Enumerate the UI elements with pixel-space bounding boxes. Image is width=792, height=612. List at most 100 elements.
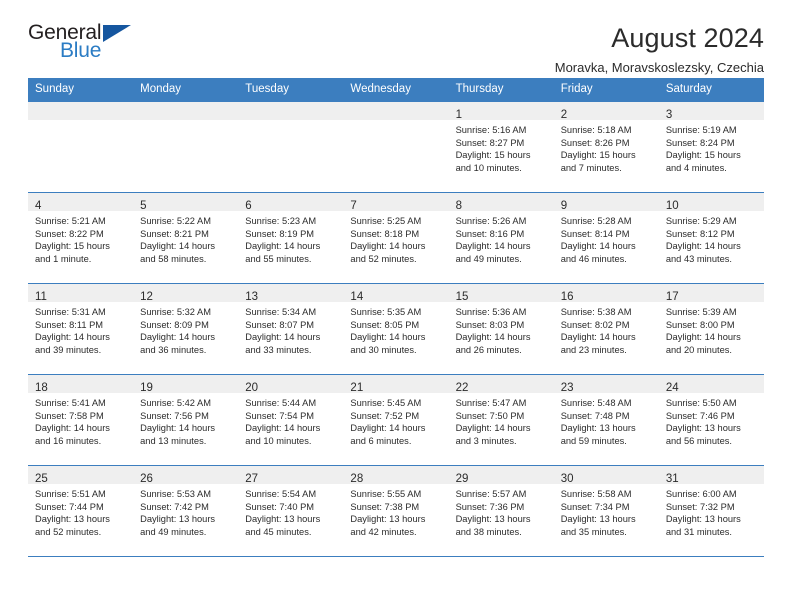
day-number: 14 [350, 291, 364, 303]
sunrise-time: Sunrise: 5:53 AM [140, 489, 211, 499]
day-detail-body: Sunrise: 5:41 AM Sunset: 7:58 PM Daylight:… [28, 393, 133, 465]
calendar-day-cell[interactable]: 16 Sunrise: 5:38 AM Sunset: 8:02 PM Dayligh… [553, 284, 659, 374]
day-number-strip: 10 [658, 193, 764, 212]
day-number-strip: 20 [238, 375, 344, 394]
day-number-strip: 7 [343, 193, 449, 212]
daylight-duration-line-2: and 13 minutes. [140, 436, 207, 447]
daylight-duration-line-1: Daylight: 15 hours [560, 150, 636, 161]
calendar-day-cell[interactable]: 21 Sunrise: 5:45 AM Sunset: 7:52 PM Dayligh… [343, 375, 449, 465]
day-number-strip: 19 [133, 375, 239, 394]
calendar-day-cell[interactable]: 28 Sunrise: 5:55 AM Sunset: 7:38 PM Dayligh… [343, 466, 449, 556]
calendar-day-cell[interactable]: 23 Sunrise: 5:48 AM Sunset: 7:48 PM Dayligh… [553, 375, 659, 465]
daylight-duration-line-2: and 38 minutes. [455, 527, 522, 538]
daylight-duration-line-1: Daylight: 15 hours [455, 150, 531, 161]
calendar-day-cell[interactable]: 9 Sunrise: 5:28 AM Sunset: 8:14 PM Daylight… [553, 193, 659, 283]
calendar-day-cell[interactable]: 12 Sunrise: 5:32 AM Sunset: 8:09 PM Dayligh… [133, 284, 239, 374]
day-detail-body: Sunrise: 5:38 AM Sunset: 8:02 PM Daylight:… [554, 302, 659, 374]
daylight-duration-line-2: and 16 minutes. [35, 436, 102, 447]
day-number: 1 [455, 109, 462, 121]
day-number-strip: 22 [448, 375, 554, 394]
calendar-day-cell[interactable]: 26 Sunrise: 5:53 AM Sunset: 7:42 PM Dayligh… [133, 466, 239, 556]
calendar-day-cell[interactable]: 4 Sunrise: 5:21 AM Sunset: 8:22 PM Daylight… [28, 193, 134, 283]
sunset-time: Sunset: 7:36 PM [455, 501, 525, 512]
day-detail-body [343, 120, 448, 192]
day-number-strip [343, 102, 449, 120]
calendar-day-cell[interactable]: 29 Sunrise: 5:57 AM Sunset: 7:36 PM Dayligh… [448, 466, 554, 556]
day-detail-body: Sunrise: 5:32 AM Sunset: 8:09 PM Daylight:… [133, 302, 238, 374]
calendar-day-cell[interactable]: 13 Sunrise: 5:34 AM Sunset: 8:07 PM Dayligh… [238, 284, 344, 374]
weekday-header-friday: Friday [560, 83, 593, 95]
calendar-day-cell[interactable]: 19 Sunrise: 5:42 AM Sunset: 7:56 PM Dayligh… [133, 375, 239, 465]
calendar-day-cell[interactable]: 10 Sunrise: 5:29 AM Sunset: 8:12 PM Dayligh… [658, 193, 764, 283]
day-number-strip: 9 [553, 193, 659, 212]
sunrise-time: Sunrise: 5:36 AM [455, 307, 527, 317]
day-detail-body: Sunrise: 5:42 AM Sunset: 7:56 PM Daylight:… [133, 393, 238, 465]
sunrise-time: Sunrise: 5:19 AM [665, 125, 737, 135]
daylight-duration-line-1: Daylight: 13 hours [665, 514, 741, 525]
day-detail-body: Sunrise: 5:34 AM Sunset: 8:07 PM Daylight:… [238, 302, 343, 374]
calendar-day-cell[interactable]: 27 Sunrise: 5:54 AM Sunset: 7:40 PM Dayligh… [238, 466, 344, 556]
daylight-duration-line-2: and 55 minutes. [245, 254, 312, 265]
calendar-day-cell[interactable]: 11 Sunrise: 5:31 AM Sunset: 8:11 PM Dayligh… [28, 284, 134, 374]
calendar-day-cell[interactable]: 22 Sunrise: 5:47 AM Sunset: 7:50 PM Dayligh… [448, 375, 554, 465]
calendar-day-cell[interactable]: 30 Sunrise: 5:58 AM Sunset: 7:34 PM Dayligh… [553, 466, 659, 556]
day-number-strip [133, 102, 239, 120]
sunset-time: Sunset: 8:00 PM [665, 319, 735, 330]
day-detail-body: Sunrise: 5:28 AM Sunset: 8:14 PM Daylight:… [554, 211, 659, 283]
sunset-time: Sunset: 7:50 PM [455, 410, 525, 421]
day-detail-body: Sunrise: 5:47 AM Sunset: 7:50 PM Daylight:… [449, 393, 554, 465]
calendar-day-cell[interactable]: 2 Sunrise: 5:18 AM Sunset: 8:26 PM Daylight… [553, 102, 659, 192]
daylight-duration-line-2: and 4 minutes. [665, 163, 727, 174]
sunrise-time: Sunrise: 5:42 AM [140, 398, 211, 408]
daylight-duration-line-1: Daylight: 15 hours [35, 241, 110, 252]
sunrise-time: Sunrise: 5:25 AM [350, 216, 422, 226]
sunset-time: Sunset: 7:34 PM [560, 501, 630, 512]
day-number-strip: 31 [658, 466, 764, 485]
calendar-day-cell[interactable]: 17 Sunrise: 5:39 AM Sunset: 8:00 PM Dayligh… [658, 284, 764, 374]
day-detail-body [28, 120, 133, 192]
calendar-day-cell[interactable]: 18 Sunrise: 5:41 AM Sunset: 7:58 PM Dayligh… [28, 375, 134, 465]
daylight-duration-line-1: Daylight: 14 hours [245, 241, 321, 252]
sunset-time: Sunset: 8:27 PM [455, 137, 525, 148]
daylight-duration-line-1: Daylight: 13 hours [665, 423, 741, 434]
daylight-duration-line-1: Daylight: 14 hours [455, 332, 531, 343]
day-detail-body: Sunrise: 6:00 AM Sunset: 7:32 PM Daylight:… [659, 484, 764, 556]
daylight-duration-line-1: Daylight: 13 hours [455, 514, 531, 525]
calendar-day-cell[interactable]: 25 Sunrise: 5:51 AM Sunset: 7:44 PM Dayligh… [28, 466, 134, 556]
daylight-duration-line-2: and 7 minutes. [560, 163, 622, 174]
daylight-duration-line-1: Daylight: 14 hours [140, 332, 216, 343]
day-detail-body: Sunrise: 5:36 AM Sunset: 8:03 PM Daylight:… [449, 302, 554, 374]
day-number: 26 [140, 473, 153, 485]
weekday-header-tuesday: Tuesday [245, 83, 289, 95]
calendar-day-cell[interactable]: 1 Sunrise: 5:16 AM Sunset: 8:27 PM Daylight… [448, 102, 554, 192]
sunset-time: Sunset: 7:48 PM [560, 410, 630, 421]
day-detail-body: Sunrise: 5:55 AM Sunset: 7:38 PM Daylight:… [343, 484, 448, 556]
sunset-time: Sunset: 7:32 PM [665, 501, 735, 512]
sunset-time: Sunset: 7:52 PM [350, 410, 420, 421]
calendar-day-cell[interactable]: 5 Sunrise: 5:22 AM Sunset: 8:21 PM Daylight… [133, 193, 239, 283]
calendar-day-cell[interactable]: 14 Sunrise: 5:35 AM Sunset: 8:05 PM Dayligh… [343, 284, 449, 374]
calendar-day-cell[interactable]: 3 Sunrise: 5:19 AM Sunset: 8:24 PM Daylight… [658, 102, 764, 192]
calendar-day-cell[interactable]: 20 Sunrise: 5:44 AM Sunset: 7:54 PM Dayligh… [238, 375, 344, 465]
day-number: 16 [560, 291, 574, 303]
weekday-header-sunday: Sunday [35, 83, 75, 95]
day-number: 23 [560, 382, 574, 394]
daylight-duration-line-1: Daylight: 14 hours [560, 332, 636, 343]
calendar-day-cell[interactable]: 31 Sunrise: 6:00 AM Sunset: 7:32 PM Dayligh… [658, 466, 764, 556]
day-detail-body: Sunrise: 5:25 AM Sunset: 8:18 PM Daylight:… [343, 211, 448, 283]
calendar-day-cell[interactable]: 24 Sunrise: 5:50 AM Sunset: 7:46 PM Dayligh… [658, 375, 764, 465]
day-number: 19 [140, 382, 153, 394]
calendar-day-cell[interactable]: 6 Sunrise: 5:23 AM Sunset: 8:19 PM Daylight… [238, 193, 344, 283]
calendar-day-cell[interactable]: 7 Sunrise: 5:25 AM Sunset: 8:18 PM Daylight… [343, 193, 449, 283]
calendar-day-cell[interactable]: 15 Sunrise: 5:36 AM Sunset: 8:03 PM Dayligh… [448, 284, 554, 374]
day-number-strip: 25 [28, 466, 134, 485]
brand-logo[interactable]: General Blue [28, 22, 158, 68]
calendar-day-cell[interactable]: 8 Sunrise: 5:26 AM Sunset: 8:16 PM Daylight… [448, 193, 554, 283]
day-detail-body: Sunrise: 5:31 AM Sunset: 8:11 PM Daylight:… [28, 302, 133, 374]
day-number-strip: 24 [658, 375, 764, 394]
daylight-duration-line-2: and 33 minutes. [245, 345, 312, 356]
daylight-duration-line-2: and 23 minutes. [560, 345, 627, 356]
day-number-strip: 27 [238, 466, 344, 485]
day-number-strip: 1 [448, 102, 554, 121]
day-number-strip: 13 [238, 284, 344, 303]
